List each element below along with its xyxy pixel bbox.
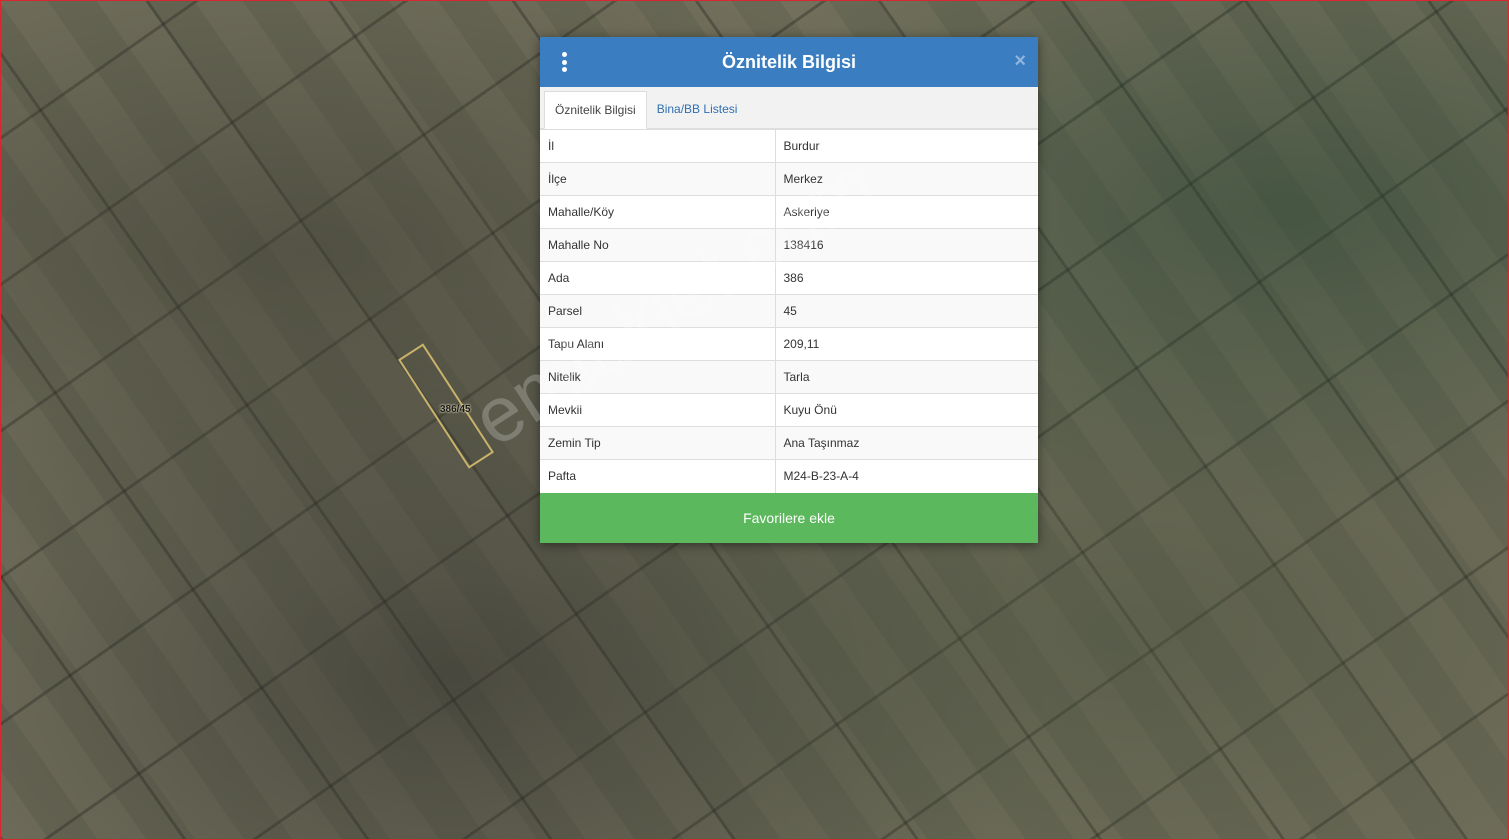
- table-row: Ada 386: [540, 261, 1038, 295]
- dialog-header: Öznitelik Bilgisi ×: [540, 37, 1038, 87]
- dialog-title: Öznitelik Bilgisi: [721, 51, 857, 72]
- attribute-dialog: Öznitelik Bilgisi × Öznitelik Bilgisi Bi…: [540, 37, 1038, 543]
- add-to-favorites-button[interactable]: Favorilere ekle: [540, 492, 1038, 543]
- tab-building-list[interactable]: Bina/BB Listesi: [647, 91, 748, 128]
- row-key: İlçe: [540, 162, 776, 196]
- row-value: 138416: [775, 228, 1038, 262]
- row-value: Askeriye: [775, 195, 1038, 229]
- row-key: Mevkii: [540, 393, 776, 427]
- row-value: 45: [775, 294, 1038, 328]
- table-row: İl Burdur: [540, 129, 1038, 163]
- table-row: Mevkii Kuyu Önü: [540, 393, 1038, 427]
- parcel-label: 386/45: [440, 404, 471, 415]
- row-value: Tarla: [775, 360, 1038, 394]
- row-value: 209,11: [775, 327, 1038, 361]
- table-row: Tapu Alanı 209,11: [540, 327, 1038, 361]
- tab-attribute-info[interactable]: Öznitelik Bilgisi: [544, 91, 647, 129]
- row-value: Ana Taşınmaz: [775, 426, 1038, 460]
- row-key: Mahalle/Köy: [540, 195, 776, 229]
- table-row: Nitelik Tarla: [540, 360, 1038, 394]
- table-row: Mahalle No 138416: [540, 228, 1038, 262]
- row-key: Tapu Alanı: [540, 327, 776, 361]
- row-key: Nitelik: [540, 360, 776, 394]
- attribute-table: İl Burdur İlçe Merkez Mahalle/Köy Askeri…: [540, 129, 1038, 493]
- row-value: Kuyu Önü: [775, 393, 1038, 427]
- row-key: Ada: [540, 261, 776, 295]
- row-key: Zemin Tip: [540, 426, 776, 460]
- dialog-tabs: Öznitelik Bilgisi Bina/BB Listesi: [540, 87, 1038, 129]
- vertical-dots-icon[interactable]: [556, 52, 572, 72]
- row-key: İl: [540, 129, 776, 163]
- table-row: Mahalle/Köy Askeriye: [540, 195, 1038, 229]
- row-value: Merkez: [775, 162, 1038, 196]
- table-row: Parsel 45: [540, 294, 1038, 328]
- close-icon[interactable]: ×: [1014, 51, 1026, 71]
- table-row: Pafta M24-B-23-A-4: [540, 459, 1038, 493]
- table-row: Zemin Tip Ana Taşınmaz: [540, 426, 1038, 460]
- row-key: Pafta: [540, 459, 776, 493]
- row-value: M24-B-23-A-4: [775, 459, 1038, 493]
- row-value: Burdur: [775, 129, 1038, 163]
- table-row: İlçe Merkez: [540, 162, 1038, 196]
- row-key: Mahalle No: [540, 228, 776, 262]
- row-value: 386: [775, 261, 1038, 295]
- row-key: Parsel: [540, 294, 776, 328]
- map-viewport[interactable]: 386/45 Öznitelik Bilgisi × Öznitelik Bil…: [0, 0, 1509, 840]
